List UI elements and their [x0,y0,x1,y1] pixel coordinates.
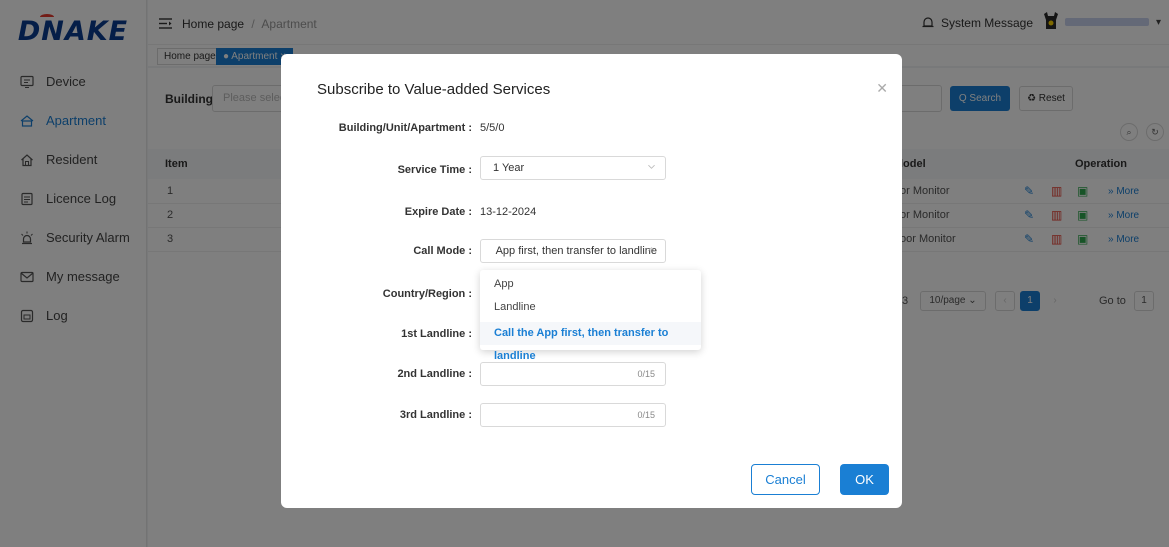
service-time-label: Service Time : [397,164,472,176]
expire-date-label: Expire Date : [404,206,472,218]
chevron-up-icon [648,247,655,252]
dropdown-option-app[interactable]: App [480,273,701,296]
building-unit-value: 5/5/0 [480,122,505,134]
subscribe-services-modal: Subscribe to Value-added Services ✕ Buil… [281,54,902,508]
call-mode-dropdown: App Landline Call the App first, then tr… [480,270,701,362]
third-landline-input[interactable]: 0/15 [480,403,666,427]
char-count: 0/15 [637,410,655,420]
service-time-value: 1 Year [493,162,525,174]
chevron-down-icon [648,164,655,169]
modal-title: Subscribe to Value-added Services [317,81,551,98]
expire-date-value: 13-12-2024 [480,206,537,218]
char-count: 0/15 [637,369,655,379]
cancel-button[interactable]: Cancel [751,464,820,495]
close-icon[interactable]: ✕ [876,80,888,97]
service-time-select[interactable]: 1 Year [480,156,666,180]
dropdown-option-app-then-landline[interactable]: Call the App first, then transfer to lan… [480,322,701,362]
call-mode-label: Call Mode : [413,245,472,257]
first-landline-label: 1st Landline : [401,328,472,340]
dropdown-option-landline[interactable]: Landline [480,296,701,319]
third-landline-label: 3rd Landline : [399,409,472,421]
country-region-label: Country/Region : [382,288,472,300]
building-unit-label: Building/Unit/Apartment : [338,122,472,134]
ok-button[interactable]: OK [840,464,889,495]
call-mode-select[interactable]: Call the App first, then transfer to lan… [480,239,666,263]
second-landline-label: 2nd Landline : [397,368,472,380]
call-mode-value: Call the App first, then transfer to lan… [493,245,657,257]
